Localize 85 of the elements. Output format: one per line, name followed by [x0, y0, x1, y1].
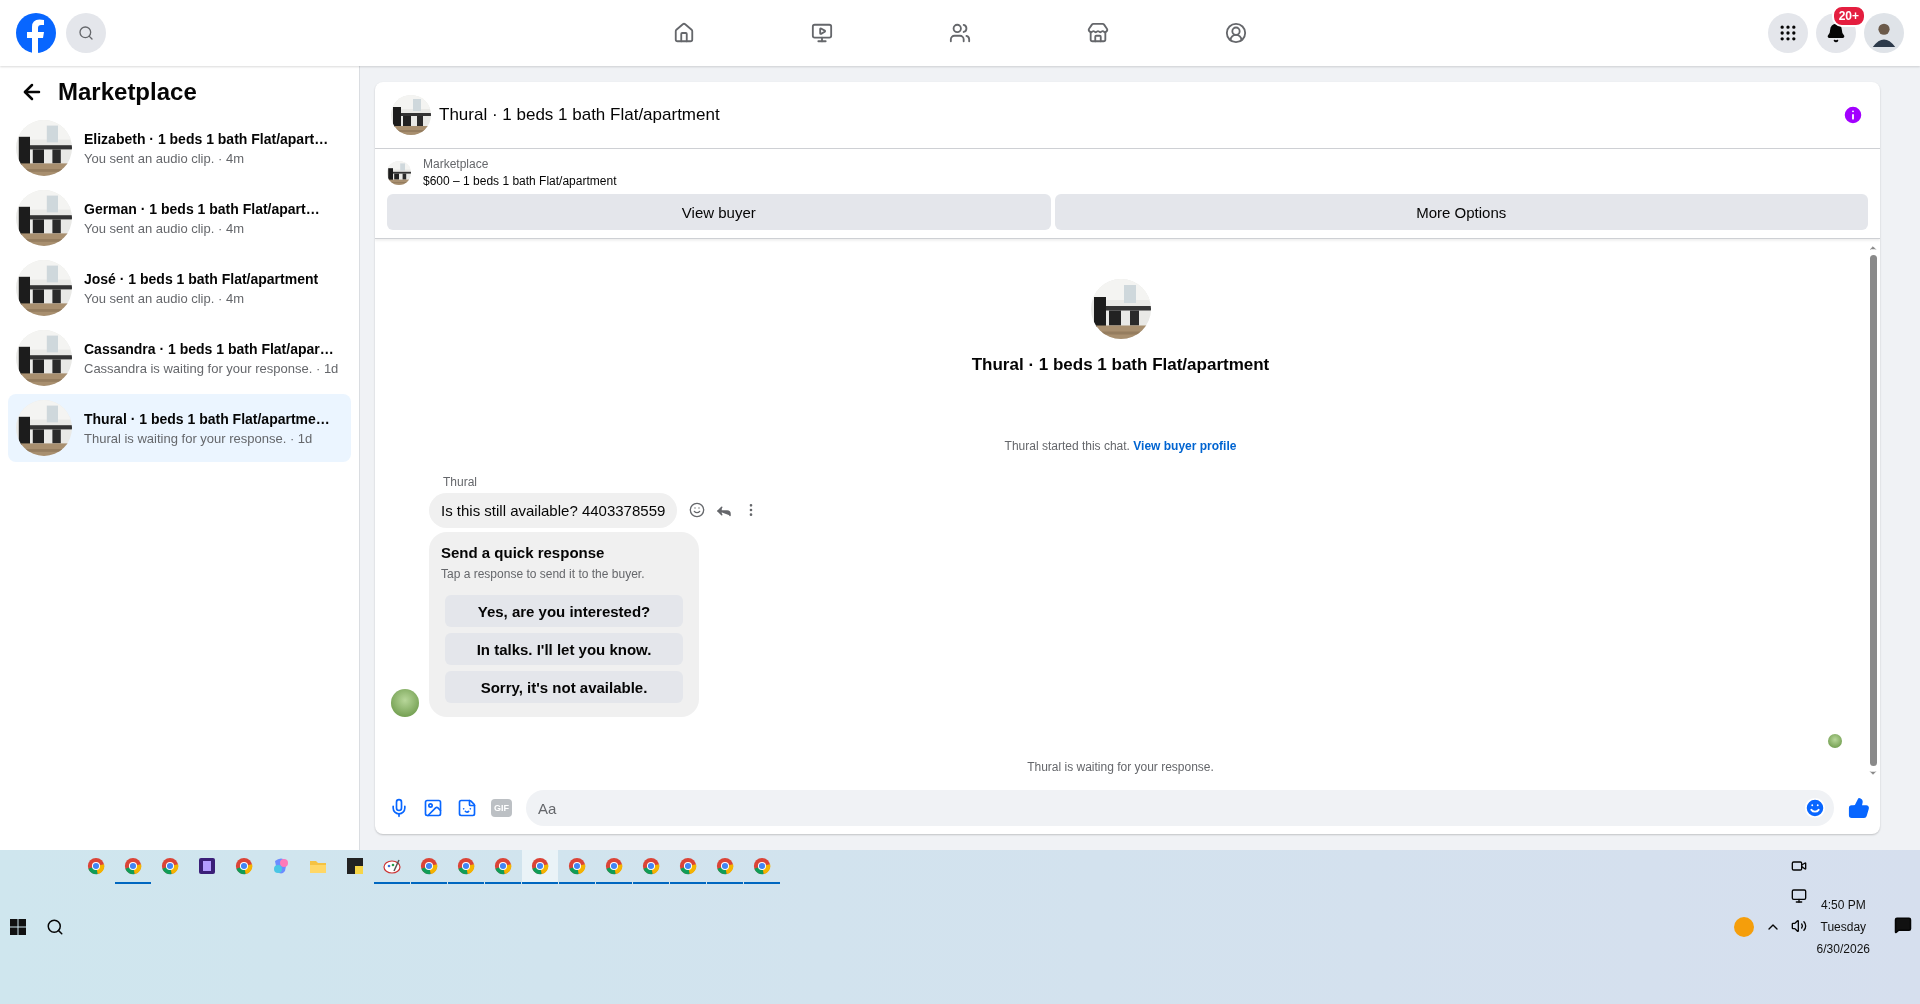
account-button[interactable] [1864, 13, 1904, 53]
chat-status: Thural is waiting for your response. [1026, 760, 1215, 774]
photo-icon[interactable] [423, 798, 443, 818]
browser-icon [87, 857, 105, 875]
browser-icon [531, 857, 549, 875]
conversation-title: Thural · 1 beds 1 bath Flat/apartme… [84, 410, 331, 427]
app-icon [199, 858, 215, 874]
conversation-preview: You sent an audio clip. · 4m [84, 220, 245, 236]
quick-reply-button[interactable]: Sorry, it's not available. [445, 671, 683, 703]
search-icon[interactable] [46, 918, 64, 936]
folder-icon [309, 858, 327, 874]
conversation-preview: Cassandra is waiting for your response. · 1d [84, 360, 340, 376]
emoji-icon[interactable] [1804, 797, 1826, 819]
grid-icon [1778, 23, 1798, 43]
conversation-item[interactable]: Thural · 1 beds 1 bath Flat/apartme… Thural is waiting for your response. · 1d [8, 394, 351, 462]
search-button[interactable] [66, 13, 106, 53]
react-icon[interactable] [689, 501, 706, 518]
browser-icon [568, 857, 586, 875]
browser-icon [494, 857, 512, 875]
clock-time: 4:50 PM [1820, 898, 1866, 912]
browser-icon [753, 857, 771, 875]
seen-avatar [1828, 734, 1842, 748]
paint-icon [383, 857, 401, 875]
listing-label: Marketplace [423, 157, 490, 171]
browser-icon [716, 857, 734, 875]
volume-icon[interactable] [1790, 918, 1807, 934]
browser-icon [420, 857, 438, 875]
conversation-preview: Thural is waiting for your response. · 1d [84, 430, 314, 446]
note-icon [347, 858, 363, 874]
sender-name: Thural [442, 475, 478, 489]
notification-icon[interactable] [1894, 916, 1912, 934]
conversation-item[interactable]: José · 1 beds 1 bath Flat/apartment You sent an audio clip. · 4m [8, 254, 351, 322]
clock-date: 6/30/2026 [1816, 942, 1870, 956]
conversation-preview: You sent an audio clip. · 4m [84, 290, 245, 306]
browser-icon [457, 857, 475, 875]
browser-icon [679, 857, 697, 875]
info-icon[interactable] [1842, 104, 1864, 126]
conversation-title: German · 1 beds 1 bath Flat/apart… [84, 200, 321, 217]
scroll-down-icon[interactable] [1868, 768, 1878, 778]
browser-icon [161, 857, 179, 875]
browser-icon [642, 857, 660, 875]
quick-response-title: Send a quick response [441, 544, 606, 561]
start-icon[interactable] [10, 919, 26, 935]
sticker-icon[interactable] [457, 798, 477, 818]
sidebar-title: Marketplace [58, 78, 197, 106]
logo-icon[interactable] [16, 13, 56, 53]
conversation-title: Elizabeth · 1 beds 1 bath Flat/apart… [84, 130, 330, 147]
chat-title: Thural · 1 beds 1 bath Flat/apartment [439, 105, 721, 125]
buyer-profile-link[interactable]: View buyer profile [1133, 439, 1237, 453]
store-icon [1087, 22, 1109, 44]
browser-icon [605, 857, 623, 875]
conversation-title: José · 1 beds 1 bath Flat/apartment [84, 270, 320, 287]
scroll-up-icon[interactable] [1868, 243, 1878, 253]
conversation-title: Cassandra · 1 beds 1 bath Flat/apar… [84, 340, 335, 357]
menu-button[interactable] [1768, 13, 1808, 53]
display-icon[interactable] [1790, 888, 1807, 904]
browser-icon [235, 857, 253, 875]
user-icon [1225, 22, 1247, 44]
conversation-item[interactable]: Cassandra · 1 beds 1 bath Flat/apar… Cassandra is waiting for your response. · 1d [8, 324, 351, 392]
notification-badge: 20+ [1831, 5, 1866, 27]
chat-started-note: Thural started this chat. View buyer profile [1003, 439, 1238, 453]
quick-reply-button[interactable]: Yes, are you interested? [445, 595, 683, 627]
browser-icon [124, 857, 142, 875]
search-icon [78, 25, 94, 41]
conversation-preview: You sent an audio clip. · 4m [84, 150, 245, 166]
bell-icon [1826, 23, 1846, 43]
home-icon [673, 22, 695, 44]
clock-day: Tuesday [1820, 920, 1867, 934]
action-button[interactable]: More Options [1054, 194, 1868, 230]
quick-response-hint: Tap a response to send it to the buyer. [441, 567, 646, 581]
assistant-icon [272, 857, 290, 875]
video-icon [811, 22, 833, 44]
like-icon[interactable] [1848, 797, 1870, 819]
camera-icon[interactable] [1790, 858, 1807, 874]
chat-intro-title: Thural · 1 beds 1 bath Flat/apartment [971, 355, 1270, 375]
conversation-item[interactable]: Elizabeth · 1 beds 1 bath Flat/apart… You sent an audio clip. · 4m [8, 114, 351, 182]
people-icon [949, 22, 971, 44]
avatar [391, 689, 419, 717]
message-bubble: Is this still available? 4403378559 [429, 493, 678, 528]
action-button[interactable]: View buyer [387, 194, 1051, 230]
quick-reply-button[interactable]: In talks. I'll let you know. [445, 633, 683, 665]
listing-name: $600 – 1 beds 1 bath Flat/apartment [423, 174, 617, 188]
message-field[interactable]: Aa [526, 790, 1834, 826]
microphone-icon[interactable] [389, 798, 409, 818]
conversation-item[interactable]: German · 1 beds 1 bath Flat/apart… You sent an audio clip. · 4m [8, 184, 351, 252]
